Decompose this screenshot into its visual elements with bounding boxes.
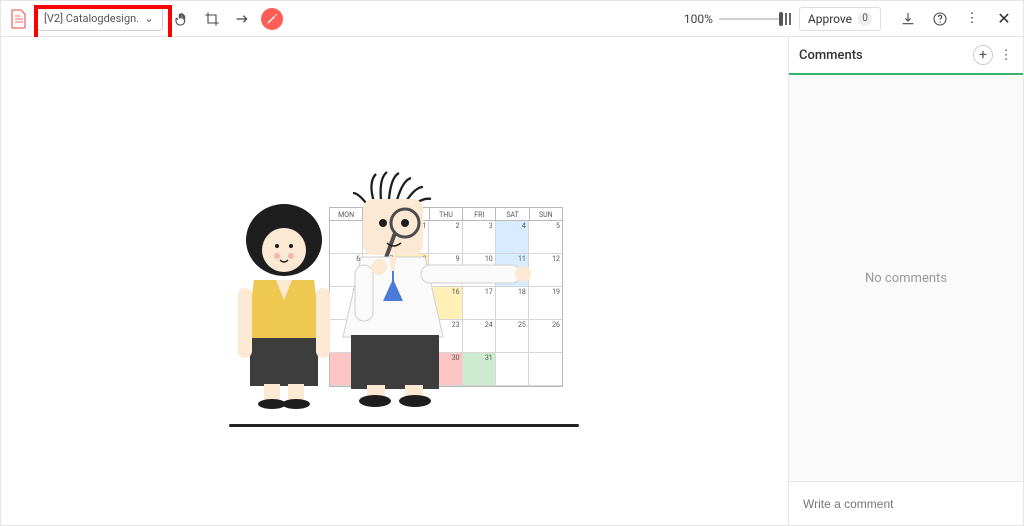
- chevron-down-icon: ⌄: [142, 12, 156, 25]
- zoom-control[interactable]: 100%: [684, 12, 791, 26]
- comments-title: Comments: [799, 48, 973, 63]
- comments-empty-state: No comments: [789, 75, 1023, 481]
- close-button[interactable]: ✕: [993, 8, 1015, 30]
- toolbar: [V2] Catalogdesign.p ⌄ 100% Approve 0 ⋮ …: [1, 1, 1023, 37]
- file-version-current: [V2] Catalogdesign.p: [44, 12, 138, 25]
- zoom-label: 100%: [684, 12, 713, 26]
- crop-tool-button[interactable]: [201, 8, 223, 30]
- annotate-button[interactable]: [261, 8, 283, 30]
- approve-label: Approve: [808, 12, 852, 26]
- document-icon: [9, 9, 29, 29]
- file-version-dropdown[interactable]: [V2] Catalogdesign.p ⌄: [37, 7, 163, 31]
- more-menu-button[interactable]: ⋮: [961, 8, 983, 30]
- approve-count: 0: [858, 12, 872, 26]
- comment-input[interactable]: [801, 496, 1011, 512]
- zoom-slider[interactable]: [719, 18, 779, 20]
- comments-menu-button[interactable]: ⋮: [999, 48, 1013, 63]
- add-comment-button[interactable]: +: [973, 45, 993, 65]
- approve-button[interactable]: Approve 0: [799, 7, 881, 31]
- comments-panel: Comments + ⋮ No comments: [788, 37, 1023, 525]
- pause-icon: [785, 13, 791, 25]
- download-button[interactable]: [897, 8, 919, 30]
- hand-tool-button[interactable]: [171, 8, 193, 30]
- illustration: MONTUEWEDTHUFRISATSUN 12345 6789101112 1…: [219, 167, 579, 427]
- document-canvas[interactable]: MONTUEWEDTHUFRISATSUN 12345 6789101112 1…: [1, 37, 788, 525]
- comments-header: Comments + ⋮: [789, 37, 1023, 75]
- comment-input-wrapper: [789, 481, 1023, 525]
- arrow-right-button[interactable]: [231, 8, 253, 30]
- help-button[interactable]: [929, 8, 951, 30]
